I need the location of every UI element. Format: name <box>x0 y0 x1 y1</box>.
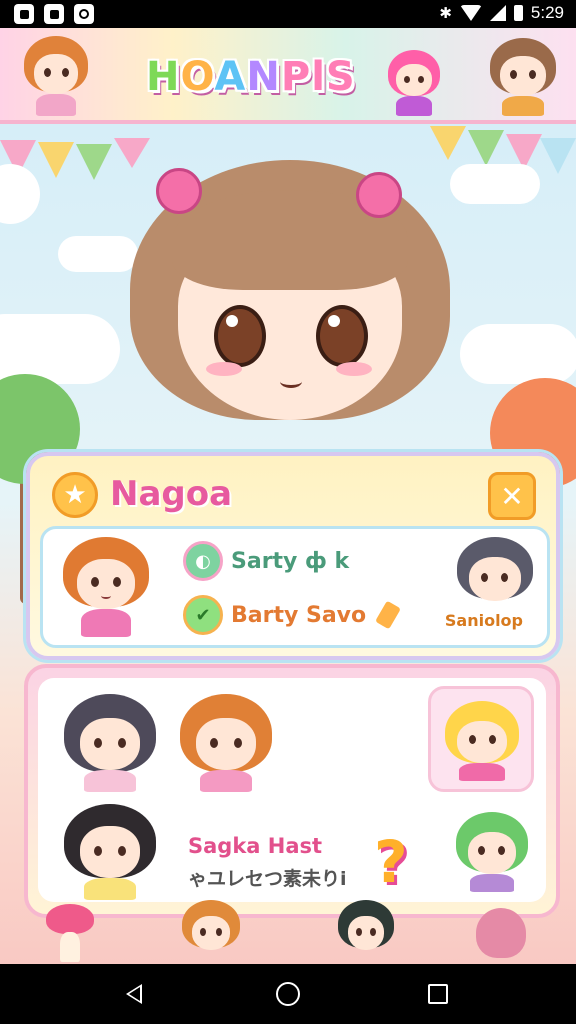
close-button[interactable]: ✕ <box>488 472 536 520</box>
character-grid: Sagka Hast ゃユレセつ素未りi ? <box>38 678 546 902</box>
palette-icon: ◐ <box>183 541 223 581</box>
status-right-icons: ✱ 5:29 <box>439 3 564 23</box>
sample-label: Saniolop <box>444 611 523 630</box>
character-eye-right <box>316 305 368 367</box>
character-slot[interactable] <box>454 812 530 892</box>
snail-icon <box>476 908 526 962</box>
close-icon: ✕ <box>500 479 524 513</box>
character-name: Sagka Hast <box>188 834 323 858</box>
hair-clip-icon <box>156 168 202 214</box>
status-bar: ✱ 5:29 <box>0 0 576 28</box>
bunting-flag <box>38 142 74 178</box>
character-slot-selected[interactable] <box>428 686 534 792</box>
option-row-barty[interactable]: ✔ Barty Savo <box>183 595 402 635</box>
game-header: HOANPlS <box>0 28 576 124</box>
profile-avatar[interactable] <box>61 537 151 637</box>
profile-panel: ★ Nagoa ✕ ◐ Sarty ф k ✔ Barty Savo Sanio… <box>26 452 560 660</box>
bluetooth-icon: ✱ <box>439 5 452 22</box>
recents-icon[interactable] <box>428 984 448 1004</box>
main-character[interactable] <box>130 124 450 440</box>
bunting-flag <box>540 138 576 174</box>
character-subtitle: ゃユレセつ素未りi <box>188 868 347 890</box>
profile-title: Nagoa <box>110 474 233 514</box>
status-left-icons <box>14 4 94 24</box>
bunting-flag <box>468 130 504 166</box>
character-select-panel: Sagka Hast ゃユレセつ素未りi ? <box>24 664 560 918</box>
character-slot[interactable] <box>178 694 274 794</box>
system-navbar <box>0 964 576 1024</box>
game-logo: HOANPlS <box>146 54 356 100</box>
option-row-sarty[interactable]: ◐ Sarty ф k <box>183 541 349 581</box>
question-icon[interactable]: ? <box>374 828 422 896</box>
record-icon <box>74 4 94 24</box>
star-icon: ★ <box>52 472 98 518</box>
bottom-character[interactable] <box>180 900 242 964</box>
notification-icon <box>14 4 34 24</box>
cloud <box>58 236 138 272</box>
pencil-icon <box>375 600 402 630</box>
bottom-character[interactable] <box>336 900 396 964</box>
option-label: Barty Savo <box>231 602 367 628</box>
option-label: Sarty ф k <box>231 548 350 574</box>
status-time: 5:29 <box>530 3 564 22</box>
check-icon: ✔ <box>183 595 223 635</box>
battery-icon <box>513 5 523 21</box>
character-slot[interactable] <box>62 804 158 900</box>
mushroom-icon <box>46 904 94 962</box>
back-icon[interactable] <box>126 984 142 1004</box>
bunting-flag <box>76 144 112 180</box>
header-avatar-left[interactable] <box>20 36 92 116</box>
profile-options: ◐ Sarty ф k ✔ Barty Savo Saniolop <box>40 526 550 648</box>
character-blush <box>336 362 372 376</box>
cloud <box>450 164 540 204</box>
home-icon[interactable] <box>276 982 300 1006</box>
wifi-icon <box>459 5 482 21</box>
sample-avatar[interactable] <box>455 537 535 617</box>
character-eye-left <box>214 305 266 367</box>
hair-clip-icon <box>356 172 402 218</box>
cloud <box>460 324 576 384</box>
character-mouth <box>280 375 302 388</box>
character-blush <box>206 362 242 376</box>
signal-icon <box>489 5 506 21</box>
header-avatar-right[interactable] <box>488 36 558 116</box>
header-mascot <box>386 50 442 116</box>
character-slot[interactable] <box>62 694 158 794</box>
notification-icon <box>44 4 64 24</box>
